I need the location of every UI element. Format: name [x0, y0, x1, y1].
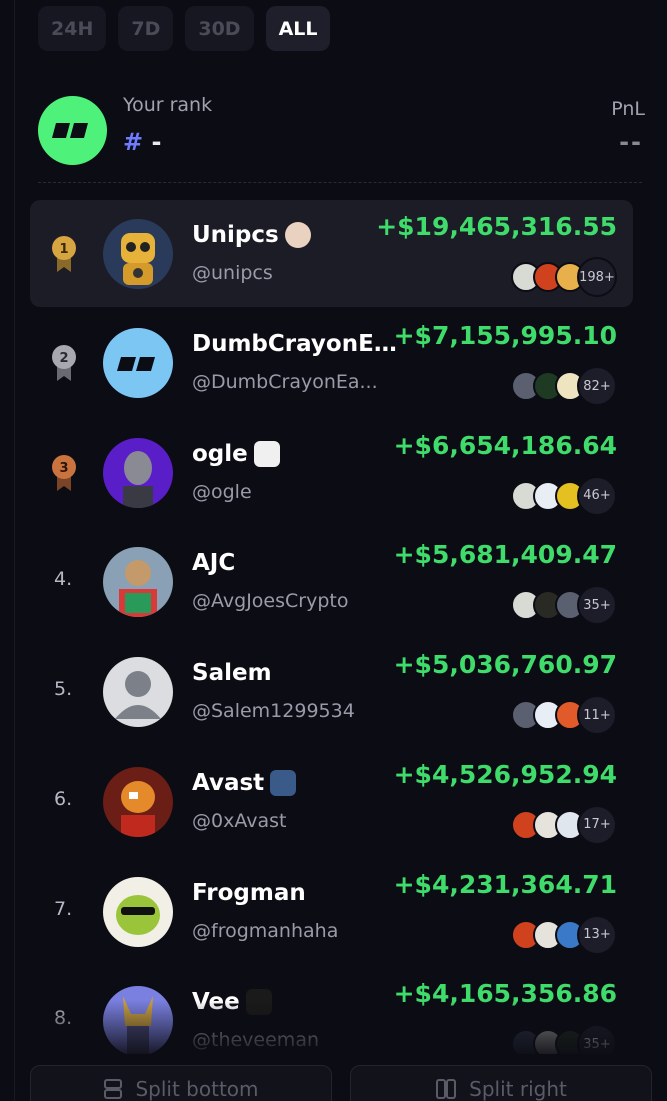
avatar[interactable]	[103, 219, 173, 289]
pnl-amount: +$4,526,952.94	[393, 759, 617, 789]
gift-badge-icon	[270, 769, 297, 796]
pnl-amount: +$5,036,760.97	[393, 650, 617, 680]
trader-name: ogle	[192, 440, 280, 467]
pnl-amount: +$5,681,409.47	[393, 540, 617, 570]
svg-text:2: 2	[59, 351, 68, 366]
gold-medal-icon: 1	[52, 236, 76, 272]
trader-handle: @frogmanhaha	[192, 919, 339, 942]
trader-handle: @Salem1299534	[192, 700, 355, 723]
rank-number: 8.	[54, 1007, 73, 1030]
divider	[38, 182, 642, 183]
rank-hash: #	[123, 128, 144, 156]
rank-number: 5.	[54, 678, 73, 701]
pnl-amount: +$7,155,995.10	[393, 321, 617, 350]
pnl-amount: +$4,165,356.86	[393, 979, 617, 1009]
trader-handle: @AvgJoesCrypto	[192, 590, 349, 613]
token-stack[interactable]: 11+	[511, 695, 617, 736]
leaderboard-row[interactable]: 7. Frogman @frogmanhaha +$4,231,364.71 1…	[30, 858, 633, 968]
silver-medal-icon: 2	[52, 345, 76, 381]
dapal-badge-icon	[245, 989, 272, 1016]
trader-handle: @0xAvast	[192, 809, 287, 832]
trader-name: Unipcs	[192, 222, 311, 248]
brand-logo-icon	[52, 123, 88, 138]
avatar[interactable]	[103, 328, 173, 398]
bronze-medal-icon: 3	[52, 454, 76, 491]
leaderboard-row[interactable]: 4. AJC @AvgJoesCrypto +$5,681,409.47 35+	[30, 528, 633, 638]
split-right-icon	[436, 1079, 457, 1099]
leaderboard-row[interactable]: 6. Avast @0xAvast +$4,526,952.94 17+	[30, 748, 633, 858]
trader-handle: @ogle	[192, 480, 252, 503]
split-right-button[interactable]: Split right	[350, 1065, 652, 1101]
rank-number: 6.	[54, 787, 73, 810]
token-count: 17+	[577, 804, 617, 845]
token-stack[interactable]: 35+	[511, 585, 617, 626]
leaderboard-row[interactable]: 2 DumbCrayonEa... @DumbCrayonEa... +$7,1…	[30, 309, 633, 419]
your-rank-label: Your rank	[123, 94, 213, 116]
trader-handle: @unipcs	[192, 262, 273, 284]
token-stack[interactable]: 82+	[511, 366, 617, 406]
pnl-amount: +$6,654,186.64	[393, 430, 617, 460]
token-count: 13+	[577, 914, 617, 955]
avatar[interactable]	[103, 766, 173, 837]
token-stack[interactable]: 13+	[511, 914, 617, 955]
pnl-amount: +$19,465,316.55	[376, 212, 617, 241]
trader-name: DumbCrayonEa...	[192, 331, 402, 357]
split-bottom-button[interactable]: Split bottom	[30, 1065, 332, 1101]
leaderboard-row[interactable]: 1 Unipcs @unipcs +$19,465,316.55 198+	[30, 200, 633, 307]
tab-24h[interactable]: 24H	[38, 6, 107, 51]
pnl-amount: +$4,231,364.71	[393, 869, 617, 899]
leaderboard-row[interactable]: 5. Salem @Salem1299534 +$5,036,760.97 11…	[30, 638, 633, 748]
avatar[interactable]	[103, 986, 173, 1054]
trader-handle: @theveeman	[192, 1029, 319, 1052]
split-bottom-label: Split bottom	[135, 1077, 259, 1101]
panel-border	[14, 0, 15, 1101]
rank-number: -	[151, 128, 162, 156]
token-stack[interactable]: 35+	[511, 1024, 617, 1054]
avatar[interactable]	[103, 657, 173, 728]
tab-all[interactable]: ALL	[265, 6, 331, 51]
cat-badge-icon	[253, 440, 280, 467]
rank-number: 7.	[54, 897, 73, 920]
avatar[interactable]	[103, 876, 173, 947]
tab-30d[interactable]: 30D	[185, 6, 254, 51]
bottom-toolbar: Split bottom Split right	[30, 1065, 652, 1101]
your-rank-card: Your rank # - PnL --	[38, 94, 645, 166]
token-count: 82+	[577, 366, 617, 406]
avatar[interactable]	[103, 437, 173, 508]
trader-name: Salem	[192, 660, 272, 687]
your-pnl-value: --	[619, 128, 643, 156]
svg-text:1: 1	[59, 242, 68, 257]
trader-handle: @DumbCrayonEa...	[192, 371, 378, 393]
trader-name: Avast	[192, 769, 297, 796]
rank-number: 4.	[54, 568, 73, 591]
trader-name: Vee	[192, 989, 272, 1016]
token-count: 11+	[577, 695, 617, 736]
tab-7d[interactable]: 7D	[118, 6, 174, 51]
token-stack[interactable]: 46+	[511, 475, 617, 516]
token-count: 35+	[577, 585, 617, 626]
your-avatar	[38, 96, 107, 165]
leaderboard-row[interactable]: 3 ogle @ogle +$6,654,186.64 46+	[30, 419, 633, 529]
time-range-tabs: 24H 7D 30D ALL	[38, 6, 331, 51]
split-bottom-icon	[104, 1079, 123, 1099]
meme-badge-icon	[284, 222, 311, 248]
your-rank-value: # -	[123, 128, 161, 156]
leaderboard-row[interactable]: 8. Vee @theveeman +$4,165,356.86 35+	[30, 967, 633, 1054]
token-stack[interactable]: 17+	[511, 804, 617, 845]
token-count: 35+	[577, 1024, 617, 1054]
pnl-label: PnL	[611, 98, 645, 120]
token-count: 198+	[577, 257, 617, 297]
trader-name: AJC	[192, 550, 236, 577]
split-right-label: Split right	[469, 1077, 567, 1101]
trader-name: Frogman	[192, 879, 306, 906]
token-stack[interactable]: 198+	[511, 257, 617, 297]
svg-text:3: 3	[59, 461, 68, 476]
avatar[interactable]	[103, 547, 173, 618]
leaderboard-list: 1 Unipcs @unipcs +$19,465,316.55 198+ 2 …	[30, 200, 633, 1054]
token-count: 46+	[577, 475, 617, 516]
